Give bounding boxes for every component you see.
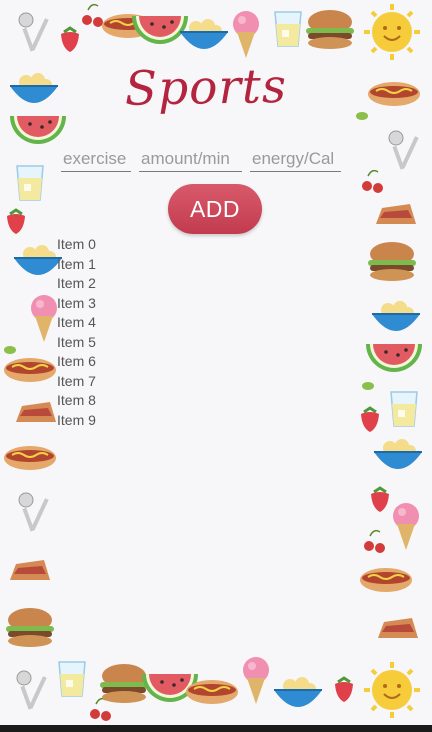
list-item[interactable]: Item 2	[57, 274, 96, 294]
list-item[interactable]: Item 7	[57, 372, 96, 392]
list-item[interactable]: Item 5	[57, 333, 96, 353]
page-title: Sports	[124, 58, 288, 117]
list-item[interactable]: Item 8	[57, 391, 96, 411]
list-item[interactable]: Item 9	[57, 411, 96, 431]
add-button[interactable]: ADD	[168, 184, 262, 234]
amount-input[interactable]	[139, 146, 242, 172]
exercise-input[interactable]	[61, 146, 131, 172]
list-item[interactable]: Item 4	[57, 313, 96, 333]
list-item[interactable]: Item 0	[57, 235, 96, 255]
list-item[interactable]: Item 6	[57, 352, 96, 372]
list-item[interactable]: Item 3	[57, 294, 96, 314]
sports-list: Item 0 Item 1 Item 2 Item 3 Item 4 Item …	[57, 235, 96, 430]
system-navigation-bar	[0, 725, 432, 732]
energy-input[interactable]	[250, 146, 341, 172]
list-item[interactable]: Item 1	[57, 255, 96, 275]
